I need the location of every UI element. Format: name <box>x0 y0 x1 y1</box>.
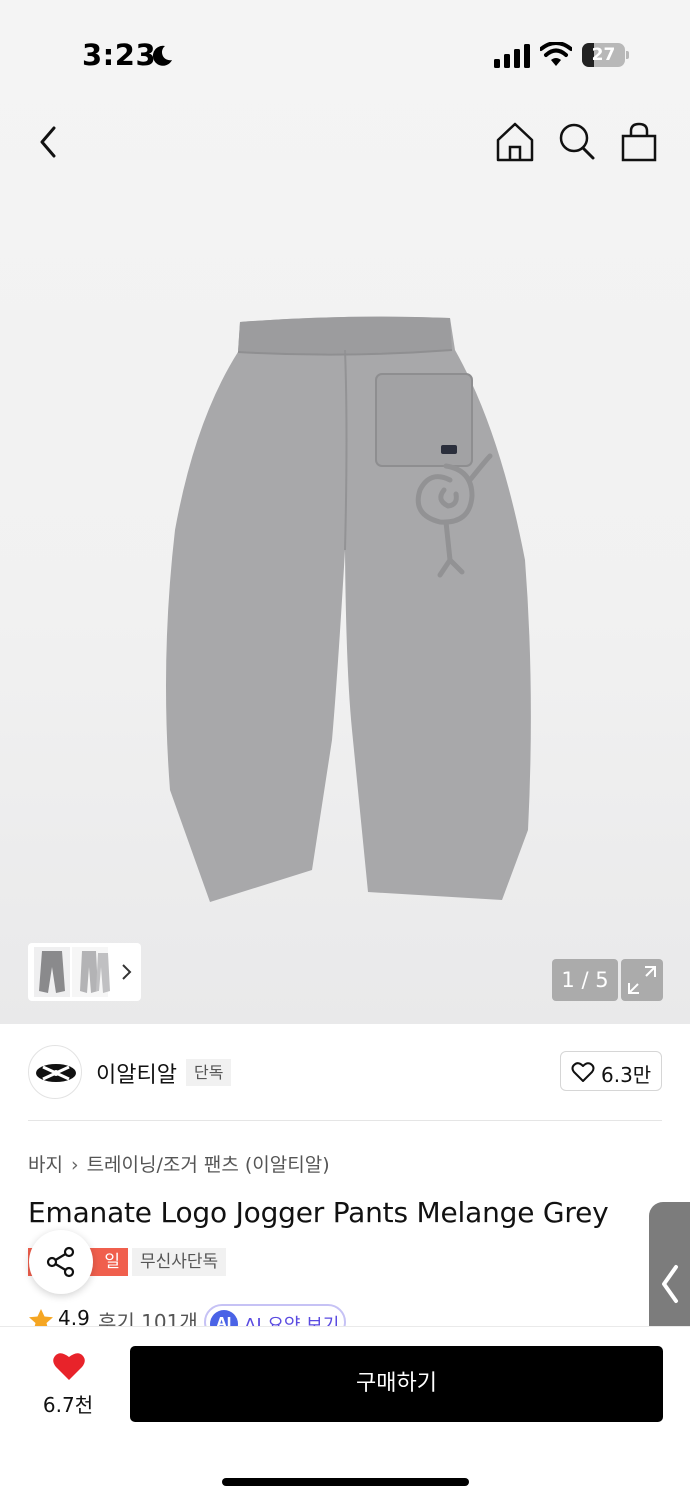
chevron-left-icon <box>662 1265 678 1303</box>
share-button[interactable] <box>29 1230 93 1294</box>
wifi-icon <box>540 42 572 66</box>
wishlist-count: 6.7천 <box>42 1393 94 1417</box>
product-image[interactable] <box>150 310 540 910</box>
status-bar: 3:23 27 <box>0 0 690 110</box>
breadcrumb-subcategory[interactable]: 트레이닝/조거 팬츠 (이알티알) <box>87 1154 330 1176</box>
ai-icon: AI <box>210 1310 238 1326</box>
navigation-bar <box>0 120 690 184</box>
rating-value: 4.9 <box>58 1306 90 1326</box>
ai-summary-label: AI 요약 보기 <box>244 1315 340 1326</box>
divider <box>28 1120 662 1121</box>
breadcrumb: 바지 › 트레이닝/조거 팬츠 (이알티알) <box>28 1150 330 1177</box>
expand-image-button[interactable] <box>621 959 663 1001</box>
brand-logo-icon <box>36 1064 76 1082</box>
breadcrumb-category[interactable]: 바지 <box>28 1154 63 1176</box>
back-icon[interactable] <box>28 120 72 164</box>
brand-name[interactable]: 이알티알 <box>96 1057 177 1089</box>
heart-filled-icon <box>53 1353 85 1380</box>
thumbnail-strip[interactable] <box>28 943 141 1001</box>
brand-like-count: 6.3만 <box>601 1063 652 1087</box>
cart-icon[interactable] <box>617 120 661 164</box>
wishlist-button[interactable]: 6.7천 <box>30 1351 106 1417</box>
thumbnail-image[interactable] <box>90 947 116 997</box>
search-icon[interactable] <box>555 120 599 164</box>
breadcrumb-separator-icon: › <box>70 1154 79 1176</box>
brand-row[interactable]: 이알티알 단독 6.3만 <box>28 1045 662 1101</box>
chevron-right-icon[interactable] <box>120 961 134 983</box>
product-title: Emanate Logo Jogger Pants Melange Grey <box>28 1196 609 1229</box>
star-icon <box>29 1309 53 1326</box>
share-icon <box>46 1246 75 1278</box>
buy-button[interactable]: 구매하기 <box>130 1346 663 1422</box>
rating-row: 4.9 후기 101개 AI AI 요약 보기 <box>28 1302 662 1326</box>
review-count-link[interactable]: 후기 101개 <box>98 1306 198 1326</box>
home-icon[interactable] <box>493 120 537 164</box>
exclusive-badge: 단독 <box>186 1059 232 1086</box>
bottom-bar: 6.7천 구매하기 <box>0 1326 690 1500</box>
heart-outline-icon <box>571 1062 595 1082</box>
status-time: 3:23 <box>82 38 157 72</box>
brand-like-button[interactable]: 6.3만 <box>560 1051 662 1091</box>
home-indicator <box>222 1478 469 1486</box>
image-page-counter: 1 / 5 <box>552 959 618 1001</box>
battery-level: 27 <box>591 45 616 65</box>
signal-icon <box>494 44 530 68</box>
moon-icon <box>152 45 172 66</box>
musinsa-exclusive-badge: 무신사단독 <box>132 1248 227 1276</box>
thumbnail-image[interactable] <box>34 947 70 997</box>
ai-summary-button[interactable]: AI AI 요약 보기 <box>204 1304 346 1326</box>
battery-icon: 27 <box>582 43 630 67</box>
brand-logo[interactable] <box>28 1045 82 1099</box>
expand-icon <box>628 966 656 994</box>
